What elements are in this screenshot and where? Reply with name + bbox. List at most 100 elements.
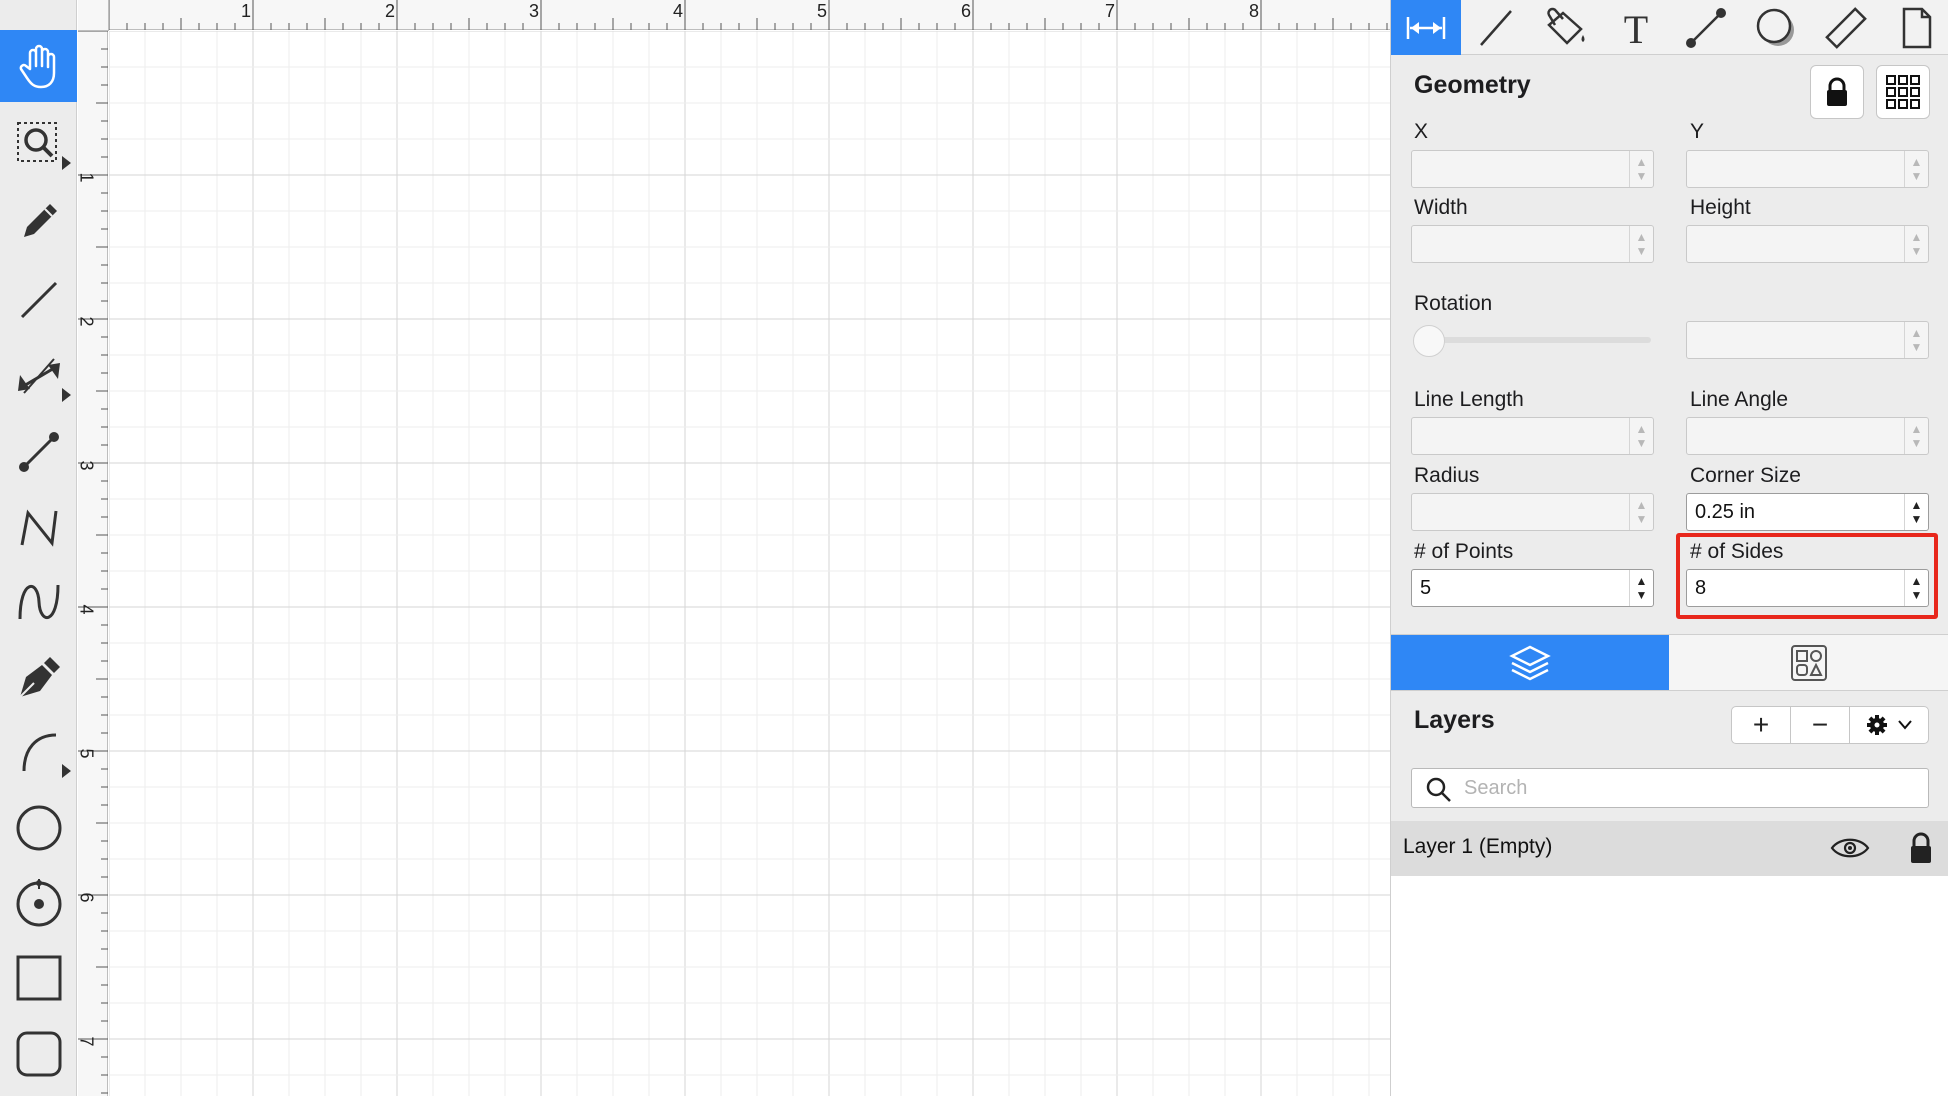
layer-lock-icon[interactable]: [1907, 831, 1935, 865]
panel-switcher: [1391, 634, 1948, 691]
y-field[interactable]: ▲ ▼: [1686, 150, 1929, 188]
search-icon: [1426, 777, 1451, 802]
ruler-number: 2: [76, 316, 97, 327]
canvas-grid: [109, 31, 1390, 1096]
add-layer-button[interactable]: +: [1731, 706, 1791, 744]
rotation-label: Rotation: [1414, 292, 1493, 315]
width-label: Width: [1414, 196, 1468, 219]
ruler-number: 4: [76, 604, 97, 615]
ruler-number: 7: [76, 1036, 97, 1047]
lock-button[interactable]: [1810, 65, 1864, 119]
stepper[interactable]: ▲ ▼: [1629, 418, 1653, 454]
shadow-icon: [1756, 8, 1794, 46]
tab-layers[interactable]: [1391, 635, 1669, 690]
rectangle-icon: [16, 955, 61, 1001]
tab-text[interactable]: T: [1601, 0, 1671, 55]
stepper[interactable]: ▲ ▼: [1629, 570, 1653, 606]
stepper[interactable]: ▲ ▼: [1904, 418, 1928, 454]
tab-dimensions[interactable]: [1391, 0, 1461, 55]
stepper[interactable]: ▲ ▼: [1629, 494, 1653, 530]
stepper[interactable]: ▲ ▼: [1904, 151, 1928, 187]
dimensions-icon: [1406, 16, 1446, 39]
polyline-icon: [20, 509, 57, 547]
app-window: 12345678 1234567 T Geometry X Y ▲ ▼ ▲ ▼ …: [0, 0, 1948, 1096]
grid-snap-button[interactable]: [1876, 65, 1930, 119]
tab-shadow[interactable]: [1741, 0, 1811, 55]
rounded-rectangle-tool[interactable]: [0, 1018, 77, 1090]
drawing-canvas[interactable]: 1 2 3 4 5 6 7 8 1 2 3 4 5 6 7: [76, 0, 1390, 1096]
stepper[interactable]: ▲ ▼: [1629, 226, 1653, 262]
vertical-ruler[interactable]: 1 2 3 4 5 6 7: [76, 0, 108, 1096]
arc-tool[interactable]: [0, 716, 77, 788]
connector-tool[interactable]: [0, 416, 77, 488]
layer-options-button[interactable]: [1849, 706, 1929, 744]
search-input[interactable]: [1464, 775, 1904, 801]
rotation-slider[interactable]: [1423, 337, 1651, 343]
tab-line-style[interactable]: [1461, 0, 1531, 55]
line-length-field[interactable]: ▲ ▼: [1411, 417, 1654, 455]
points-field[interactable]: 5 ▲ ▼: [1411, 569, 1654, 607]
radius-field[interactable]: ▲ ▼: [1411, 493, 1654, 531]
rotation-field[interactable]: ▲ ▼: [1686, 321, 1929, 359]
pen-icon: [18, 657, 60, 698]
pencil-tool[interactable]: [0, 186, 77, 258]
geometry-title: Geometry: [1414, 71, 1531, 99]
circle-center-tool[interactable]: [0, 866, 77, 938]
layers-search[interactable]: [1411, 768, 1929, 808]
stepper[interactable]: ▲ ▼: [1904, 322, 1928, 358]
corner-size-value: 0.25 in: [1695, 501, 1756, 523]
ruler-number: 1: [241, 1, 252, 21]
dimension-icon: [17, 358, 60, 394]
tab-document[interactable]: [1881, 0, 1948, 55]
ruler-number: 3: [76, 460, 97, 471]
svg-text:T: T: [1624, 7, 1648, 51]
horizontal-ruler[interactable]: 1 2 3 4 5 6 7 8: [78, 0, 1390, 30]
x-field[interactable]: ▲ ▼: [1411, 150, 1654, 188]
line-angle-field[interactable]: ▲ ▼: [1686, 417, 1929, 455]
eye-icon[interactable]: [1830, 835, 1870, 861]
ruler-number: 8: [1249, 1, 1260, 21]
text-icon: T: [1624, 7, 1648, 51]
dimension-tool[interactable]: [0, 340, 77, 412]
remove-layer-button[interactable]: −: [1790, 706, 1850, 744]
ruler-number: 4: [673, 1, 684, 21]
height-field[interactable]: ▲ ▼: [1686, 225, 1929, 263]
tab-ruler[interactable]: [1811, 0, 1881, 55]
rotation-slider-knob[interactable]: [1413, 325, 1445, 357]
rectangle-tool[interactable]: [0, 942, 77, 1014]
tab-connection[interactable]: [1671, 0, 1741, 55]
line-angle-label: Line Angle: [1690, 388, 1789, 411]
stepper[interactable]: ▲ ▼: [1904, 226, 1928, 262]
ellipse-tool[interactable]: [0, 792, 77, 864]
submenu-arrow-icon: [62, 156, 71, 170]
tool-palette: [0, 0, 77, 1096]
line-style-icon: [1480, 9, 1512, 46]
layer-row[interactable]: Layer 1 (Empty): [1391, 821, 1948, 876]
document-icon: [1902, 7, 1932, 48]
layer-name: Layer 1 (Empty): [1403, 835, 1553, 858]
width-field[interactable]: ▲ ▼: [1411, 225, 1654, 263]
gear-icon: [1867, 715, 1912, 735]
pen-tool[interactable]: [0, 642, 77, 714]
ruler-number: 7: [1105, 1, 1116, 21]
tab-fill[interactable]: [1531, 0, 1601, 55]
hand-icon: [19, 44, 55, 89]
zoom-icon: [16, 122, 57, 162]
submenu-arrow-icon: [62, 388, 71, 402]
line-length-label: Line Length: [1414, 388, 1524, 411]
zoom-tool[interactable]: [0, 108, 77, 180]
stepper[interactable]: ▲ ▼: [1904, 494, 1928, 530]
curve-tool[interactable]: [0, 566, 77, 638]
curve-icon: [18, 584, 59, 620]
lock-icon: [1827, 77, 1847, 106]
layers-icon: [1509, 645, 1551, 680]
hand-tool[interactable]: [0, 30, 77, 102]
corner-size-label: Corner Size: [1690, 464, 1801, 487]
corner-size-field[interactable]: 0.25 in ▲ ▼: [1686, 493, 1929, 531]
ellipse-icon: [16, 805, 61, 851]
stepper[interactable]: ▲ ▼: [1629, 151, 1653, 187]
tab-library[interactable]: [1669, 635, 1948, 690]
grid-icon: [1886, 75, 1920, 109]
polyline-tool[interactable]: [0, 492, 77, 564]
line-tool[interactable]: [0, 264, 77, 336]
